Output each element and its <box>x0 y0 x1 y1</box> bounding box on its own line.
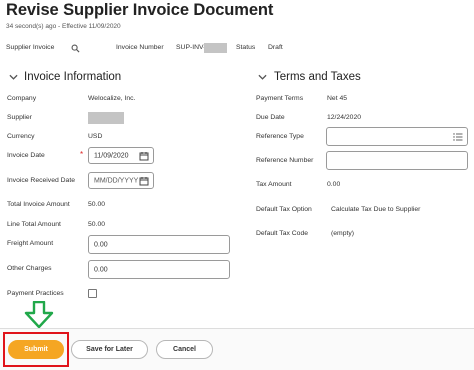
invoice-date-field[interactable]: 11/09/2020 <box>88 147 154 164</box>
due-date-value: 12/24/2020 <box>327 114 362 121</box>
default-tax-code-label: Default Tax Code <box>256 230 309 237</box>
page-title: Revise Supplier Invoice Document <box>6 1 274 19</box>
invoice-received-date-field[interactable]: MM/DD/YYYY <box>88 172 154 189</box>
payment-terms-value: Net 45 <box>327 95 348 102</box>
invoice-date-label: Invoice Date <box>7 152 45 159</box>
total-invoice-amount-label: Total Invoice Amount <box>7 201 70 208</box>
other-charges-field[interactable]: 0.00 <box>88 260 230 279</box>
company-value: Welocalize, Inc. <box>88 95 136 102</box>
default-tax-code-value: (empty) <box>331 230 355 237</box>
supplier-invoice-label: Supplier Invoice <box>6 44 55 51</box>
reference-number-field[interactable] <box>326 151 468 170</box>
line-total-amount-label: Line Total Amount <box>7 221 61 228</box>
invoice-date-value: 11/09/2020 <box>94 152 129 159</box>
status-label: Status <box>236 44 256 51</box>
currency-label: Currency <box>7 133 35 140</box>
chevron-down-icon[interactable] <box>9 74 18 81</box>
reference-number-label: Reference Number <box>256 157 314 164</box>
supplier-value-redaction <box>88 112 124 124</box>
terms-and-taxes-heading: Terms and Taxes <box>274 71 361 83</box>
freight-amount-label: Freight Amount <box>7 240 54 247</box>
other-charges-value: 0.00 <box>94 266 108 273</box>
invoice-number-value: SUP-INV- <box>176 44 206 51</box>
payment-terms-label: Payment Terms <box>256 95 304 102</box>
cancel-button[interactable]: Cancel <box>156 340 213 359</box>
calendar-icon[interactable] <box>139 151 149 161</box>
tax-amount-value: 0.00 <box>327 181 341 188</box>
chevron-down-icon[interactable] <box>258 74 267 81</box>
supplier-label: Supplier <box>7 114 32 121</box>
invoice-received-date-placeholder: MM/DD/YYYY <box>94 177 139 184</box>
submit-highlight-box <box>3 332 69 367</box>
reference-type-field[interactable] <box>326 127 468 146</box>
total-invoice-amount-value: 50.00 <box>88 201 106 208</box>
company-label: Company <box>7 95 37 102</box>
page-subtitle: 34 second(s) ago - Effective 11/09/2020 <box>6 23 121 30</box>
search-icon[interactable] <box>71 44 80 53</box>
tax-amount-label: Tax Amount <box>256 181 292 188</box>
calendar-icon[interactable] <box>139 176 149 186</box>
line-total-amount-value: 50.00 <box>88 221 106 228</box>
other-charges-label: Other Charges <box>7 265 52 272</box>
default-tax-option-value: Calculate Tax Due to Supplier <box>331 206 421 213</box>
invoice-information-heading: Invoice Information <box>24 71 122 83</box>
invoice-number-label: Invoice Number <box>116 44 164 51</box>
freight-amount-value: 0.00 <box>94 241 108 248</box>
invoice-number-redaction <box>204 43 227 53</box>
due-date-label: Due Date <box>256 114 285 121</box>
status-badge: Draft <box>268 44 283 51</box>
save-for-later-button[interactable]: Save for Later <box>71 340 148 359</box>
freight-amount-field[interactable]: 0.00 <box>88 235 230 254</box>
payment-practices-label: Payment Practices <box>7 290 64 297</box>
reference-type-label: Reference Type <box>256 133 304 140</box>
arrow-down-icon <box>24 301 54 329</box>
payment-practices-checkbox[interactable] <box>88 289 97 298</box>
required-marker: * <box>80 150 84 159</box>
default-tax-option-label: Default Tax Option <box>256 206 312 213</box>
menu-icon[interactable] <box>453 132 463 141</box>
currency-value: USD <box>88 133 103 140</box>
invoice-received-date-label: Invoice Received Date <box>7 177 76 184</box>
